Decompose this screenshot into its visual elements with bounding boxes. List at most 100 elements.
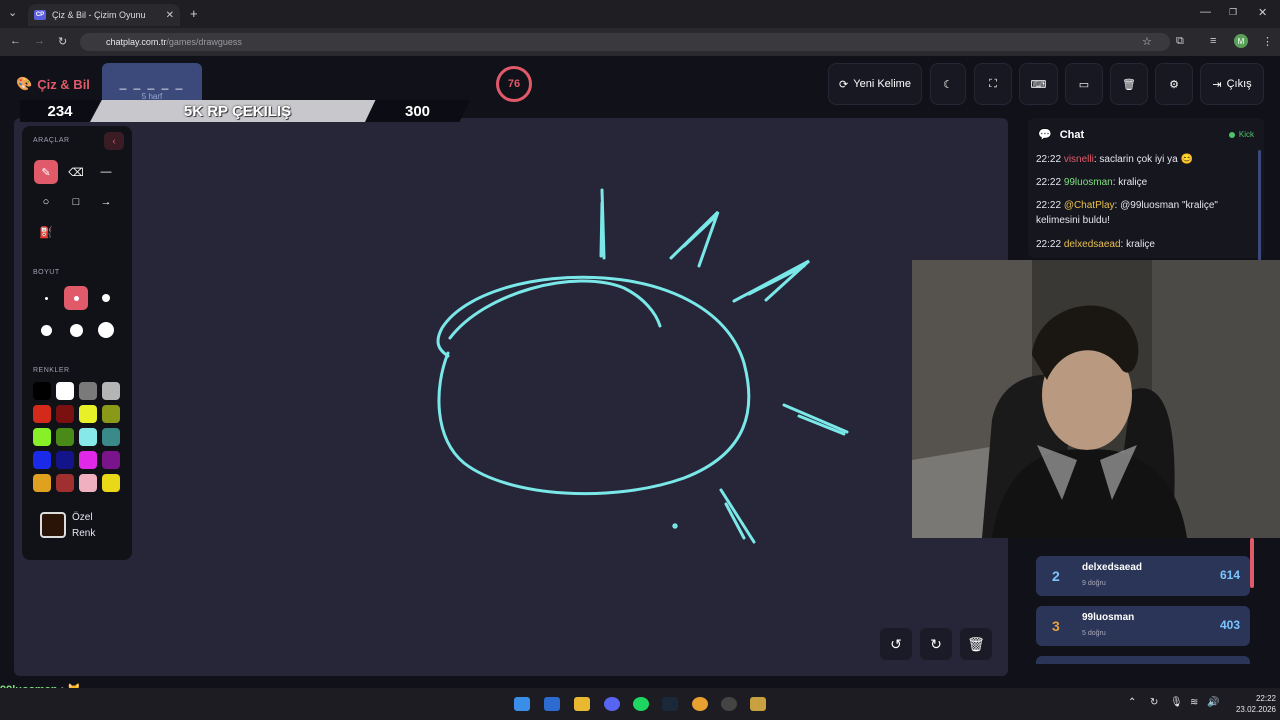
message-user[interactable]: delxedsaead <box>1064 239 1121 250</box>
color-swatch[interactable] <box>33 474 51 492</box>
settings-button[interactable]: ⚙ <box>1155 63 1193 105</box>
discord-icon[interactable] <box>604 697 620 711</box>
chrome-icon[interactable] <box>692 697 708 711</box>
fullscreen-button[interactable]: ⛶ <box>974 63 1012 105</box>
clear-canvas-button[interactable]: 🗑 <box>960 628 992 660</box>
size-option-1[interactable] <box>34 286 58 310</box>
leaderboard-scrollbar[interactable] <box>1250 538 1254 588</box>
message-time: 22:22 <box>1036 154 1064 165</box>
exit-button[interactable]: ⇥ Çıkış <box>1200 63 1264 105</box>
logo-text: Çiz & Bil <box>37 76 90 92</box>
message-user[interactable]: 99luosman <box>1064 177 1113 188</box>
sync-icon[interactable]: ↻ <box>1150 697 1158 708</box>
fill-tool-button[interactable]: ⛽ <box>34 220 58 244</box>
profile-avatar[interactable]: M <box>1234 34 1248 48</box>
undo-button[interactable]: ↺ <box>880 628 912 660</box>
color-swatch[interactable] <box>102 451 120 469</box>
size-option-6[interactable] <box>94 318 118 342</box>
media-icon[interactable]: ≡ <box>1210 35 1216 47</box>
pen-tool-button[interactable]: ✎ <box>34 160 58 184</box>
tray-chevron-icon[interactable]: ⌃ <box>1128 697 1136 708</box>
webcam-feed <box>912 260 1280 538</box>
gear-icon: ⚙ <box>1169 78 1179 91</box>
keyboard-button[interactable]: ⌨ <box>1019 63 1058 105</box>
mic-icon[interactable]: 🎙 <box>1170 697 1183 708</box>
spotify-icon[interactable] <box>633 697 649 711</box>
color-swatch[interactable] <box>102 474 120 492</box>
bookmark-star-icon[interactable]: ☆ <box>1142 35 1152 48</box>
leaderboard-rank: 3 <box>1052 618 1060 634</box>
close-tab-icon[interactable]: ✕ <box>166 10 174 21</box>
color-swatch[interactable] <box>33 428 51 446</box>
volume-icon[interactable]: 🔊 <box>1207 697 1219 708</box>
obs-icon[interactable] <box>721 697 737 711</box>
new-tab-icon[interactable]: + <box>190 6 198 21</box>
color-swatch[interactable] <box>102 428 120 446</box>
browser-tab[interactable]: CP Çiz & Bil - Çizim Oyunu ✕ <box>28 4 180 26</box>
size-option-5[interactable] <box>64 318 88 342</box>
logout-icon: ⇥ <box>1212 78 1222 91</box>
steam-icon[interactable] <box>662 697 678 711</box>
chat-scrollbar[interactable] <box>1258 150 1261 270</box>
extensions-icon[interactable]: ⧉ <box>1176 35 1184 48</box>
color-swatch[interactable] <box>102 382 120 400</box>
color-swatch[interactable] <box>79 428 97 446</box>
color-swatch[interactable] <box>33 382 51 400</box>
color-swatch[interactable] <box>79 382 97 400</box>
forward-icon[interactable]: → <box>34 35 45 47</box>
color-swatch[interactable] <box>79 451 97 469</box>
tab-menu-icon[interactable]: ⌄ <box>8 6 17 19</box>
league-icon[interactable] <box>750 697 766 711</box>
eraser-tool-button[interactable]: ⌫ <box>64 160 88 184</box>
color-swatch[interactable] <box>56 428 74 446</box>
archive-button[interactable]: ▭ <box>1065 63 1103 105</box>
colors-label: RENKLER <box>33 367 70 374</box>
line-tool-button[interactable]: — <box>94 160 118 184</box>
color-swatch[interactable] <box>79 405 97 423</box>
reload-icon[interactable]: ↻ <box>58 35 67 48</box>
redo-button[interactable]: ↻ <box>920 628 952 660</box>
app-icon[interactable] <box>544 697 560 711</box>
wifi-icon[interactable]: ≋ <box>1190 697 1198 708</box>
color-swatch[interactable] <box>56 405 74 423</box>
clock[interactable]: 22:22 23.02.2026 <box>1226 693 1276 715</box>
custom-color-swatch[interactable] <box>40 512 66 538</box>
circle-tool-button[interactable]: ○ <box>34 190 58 214</box>
message-user[interactable]: @ChatPlay <box>1064 200 1115 211</box>
sun-dot <box>672 523 678 529</box>
trash-icon: 🗑 <box>967 635 985 652</box>
collapse-panel-button[interactable]: ‹ <box>104 132 124 150</box>
folder-icon[interactable] <box>574 697 590 711</box>
banner-left: 234 <box>20 100 100 122</box>
maximize-icon[interactable]: ❐ <box>1229 7 1237 18</box>
message-user[interactable]: visnelli <box>1064 154 1094 165</box>
arrow-tool-button[interactable]: → <box>94 190 118 214</box>
word-mask: _ _ _ _ _ <box>119 76 185 90</box>
size-option-4[interactable] <box>34 318 58 342</box>
drawing-canvas[interactable] <box>14 118 1008 676</box>
size-option-2[interactable] <box>64 286 88 310</box>
color-swatch[interactable] <box>33 405 51 423</box>
custom-color-label[interactable]: Özel Renk <box>72 510 95 542</box>
close-window-icon[interactable]: ✕ <box>1258 6 1267 19</box>
browser-menu-icon[interactable]: ⋮ <box>1262 35 1273 48</box>
start-icon[interactable] <box>514 697 530 711</box>
sun-drawing <box>436 188 849 544</box>
color-swatch[interactable] <box>56 451 74 469</box>
color-swatch[interactable] <box>79 474 97 492</box>
size-option-3[interactable] <box>94 286 118 310</box>
url-field[interactable]: chatplay.com.tr/games/drawguess <box>80 33 1170 51</box>
new-word-button[interactable]: ⟳ Yeni Kelime <box>828 63 922 105</box>
color-swatch[interactable] <box>56 474 74 492</box>
minimize-icon[interactable]: — <box>1200 6 1211 18</box>
color-swatch[interactable] <box>56 382 74 400</box>
rectangle-tool-button[interactable]: □ <box>64 190 88 214</box>
moon-icon: ☾ <box>943 78 953 91</box>
color-swatch[interactable] <box>33 451 51 469</box>
delete-button[interactable]: 🗑 <box>1110 63 1148 105</box>
color-swatch[interactable] <box>102 405 120 423</box>
back-icon[interactable]: ← <box>10 35 21 47</box>
banner-right: 300 <box>365 100 470 122</box>
leaderboard-correct-count: 9 doğru <box>1082 580 1106 587</box>
dark-mode-button[interactable]: ☾ <box>930 63 966 105</box>
